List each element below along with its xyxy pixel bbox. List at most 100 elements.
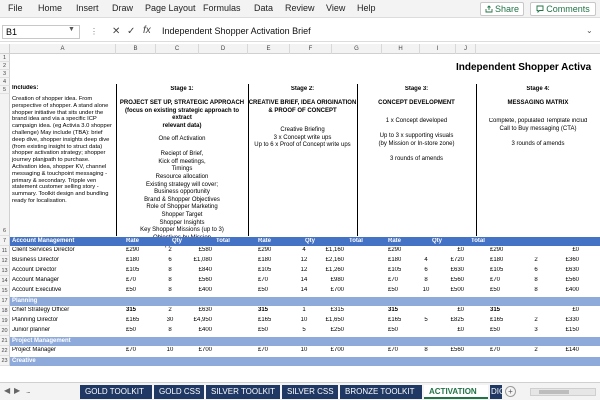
role-name[interactable]: Account Manager [12, 277, 122, 283]
section-header-project-management[interactable]: Project Management [10, 337, 600, 346]
row-header-20[interactable]: 20 [0, 326, 10, 336]
table-cell[interactable]: £50 [258, 287, 268, 293]
table-cell[interactable]: £50 [490, 287, 500, 293]
table-cell[interactable]: 315 [388, 307, 398, 313]
table-cell[interactable]: £700 [310, 287, 344, 293]
table-cell[interactable]: £70 [490, 277, 500, 283]
tab-activation[interactable]: ACTIVATION [424, 385, 488, 399]
table-cell[interactable]: 2 [526, 317, 546, 323]
table-cell[interactable]: 2 [526, 257, 546, 263]
row-header-17[interactable]: 17 [0, 296, 10, 306]
table-cell[interactable]: £180 [388, 257, 401, 263]
table-cell[interactable]: 8 [526, 277, 546, 283]
table-cell[interactable]: £70 [126, 277, 136, 283]
table-cell[interactable]: £630 [430, 267, 464, 273]
table-cell[interactable]: £290 [126, 247, 139, 253]
table-cell[interactable]: £70 [258, 347, 268, 353]
row-header-21[interactable]: 21 [0, 336, 10, 346]
table-cell[interactable]: 315 [490, 307, 500, 313]
row-header-22[interactable]: 22 [0, 346, 10, 356]
table-cell[interactable]: 8 [160, 287, 180, 293]
table-cell[interactable]: £50 [126, 327, 136, 333]
row-header-12[interactable]: 12 [0, 256, 10, 266]
table-cell[interactable]: £50 [126, 287, 136, 293]
chevron-down-icon[interactable]: ▼ [68, 26, 75, 33]
tab-gold-toolkit[interactable]: GOLD TOOLKIT [80, 385, 152, 399]
table-cell[interactable]: £50 [388, 327, 398, 333]
role-name[interactable]: Project Manager [12, 347, 122, 353]
row-header-3[interactable]: 3 [0, 70, 10, 78]
table-cell[interactable]: £560 [178, 277, 212, 283]
row-header-2[interactable]: 2 [0, 62, 10, 70]
table-cell[interactable]: £700 [178, 347, 212, 353]
table-cell[interactable]: £70 [388, 347, 398, 353]
table-cell[interactable]: 2 [526, 347, 546, 353]
table-cell[interactable]: 3 [526, 327, 546, 333]
row-header-14[interactable]: 14 [0, 276, 10, 286]
menu-formulas[interactable]: Formulas [203, 3, 241, 13]
col-header-c[interactable]: C [156, 44, 199, 54]
table-cell[interactable]: £105 [258, 267, 271, 273]
table-cell[interactable]: £0 [430, 247, 464, 253]
menu-draw[interactable]: Draw [112, 3, 133, 13]
row-header-13[interactable]: 13 [0, 266, 10, 276]
table-cell[interactable]: £560 [430, 347, 464, 353]
table-cell[interactable]: £290 [388, 247, 401, 253]
role-name[interactable]: Chief Strategy Officer [12, 307, 122, 313]
stage-2-body[interactable]: Creative Briefing 3 x Concept write ups … [248, 127, 357, 150]
table-cell[interactable]: 315 [126, 307, 136, 313]
table-cell[interactable]: £400 [178, 287, 212, 293]
includes-label[interactable]: Includes: [12, 85, 38, 91]
stage-3-label[interactable]: Stage 3: [357, 86, 476, 92]
table-cell[interactable]: £50 [388, 287, 398, 293]
col-header-j[interactable]: J [456, 44, 476, 54]
table-cell[interactable]: 2 [160, 307, 180, 313]
role-name[interactable]: Planning Director [12, 317, 122, 323]
table-cell[interactable]: £105 [490, 267, 503, 273]
table-cell[interactable]: £250 [310, 327, 344, 333]
table-cell[interactable]: £720 [430, 257, 464, 263]
tab-silver-css[interactable]: SILVER CSS [282, 385, 338, 399]
col-header-f[interactable]: F [290, 44, 332, 54]
function-icon[interactable]: fx [143, 25, 151, 36]
section-header-creative[interactable]: Creative [10, 357, 600, 366]
comments-button[interactable]: Comments [530, 2, 596, 16]
row-header-4[interactable]: 4 [0, 78, 10, 86]
table-cell[interactable]: £70 [490, 347, 500, 353]
table-cell[interactable]: 2 [160, 247, 180, 253]
tab-silver-toolkit[interactable]: SILVER TOOLKIT [206, 385, 280, 399]
cancel-icon[interactable]: ✕ [112, 26, 120, 37]
stage-3-body[interactable]: 1 x Concept developed Up to 3 x supporti… [357, 118, 476, 164]
table-cell[interactable]: £330 [545, 317, 579, 323]
share-button[interactable]: Share [480, 2, 524, 16]
table-cell[interactable]: £4,950 [178, 317, 212, 323]
table-cell[interactable]: £180 [490, 257, 503, 263]
table-cell[interactable]: £165 [258, 317, 271, 323]
table-cell[interactable]: £700 [310, 347, 344, 353]
col-header-e[interactable]: E [248, 44, 290, 54]
stage-2-heading[interactable]: CREATIVE BRIEF, IDEA ORIGINATION & PROOF… [248, 100, 357, 115]
table-cell[interactable]: 10 [160, 347, 180, 353]
table-cell[interactable]: 8 [160, 277, 180, 283]
stage-1-heading[interactable]: PROJECT SET UP, STRATEGIC APPROACH (focu… [116, 100, 248, 130]
formula-input[interactable]: Independent Shopper Activation Brief [162, 26, 311, 36]
table-cell[interactable]: £825 [430, 317, 464, 323]
table-cell[interactable]: £180 [258, 257, 271, 263]
table-cell[interactable]: 8 [160, 267, 180, 273]
chevron-right-icon[interactable]: ▶ [14, 386, 20, 395]
scrollbar-thumb[interactable] [539, 390, 569, 394]
role-name[interactable]: Business Director [12, 257, 122, 263]
col-header-i[interactable]: I [420, 44, 456, 54]
table-cell[interactable]: £980 [310, 277, 344, 283]
table-cell[interactable]: 315 [258, 307, 268, 313]
col-header-h[interactable]: H [382, 44, 420, 54]
table-cell[interactable]: £0 [430, 307, 464, 313]
table-cell[interactable]: £360 [545, 257, 579, 263]
table-cell[interactable]: £165 [490, 317, 503, 323]
menu-view[interactable]: View [326, 3, 345, 13]
table-cell[interactable]: 6 [526, 267, 546, 273]
add-sheet-icon[interactable]: + [505, 386, 516, 397]
role-name[interactable]: Junior planner [12, 327, 122, 333]
menu-help[interactable]: Help [357, 3, 376, 13]
table-cell[interactable]: £630 [545, 267, 579, 273]
